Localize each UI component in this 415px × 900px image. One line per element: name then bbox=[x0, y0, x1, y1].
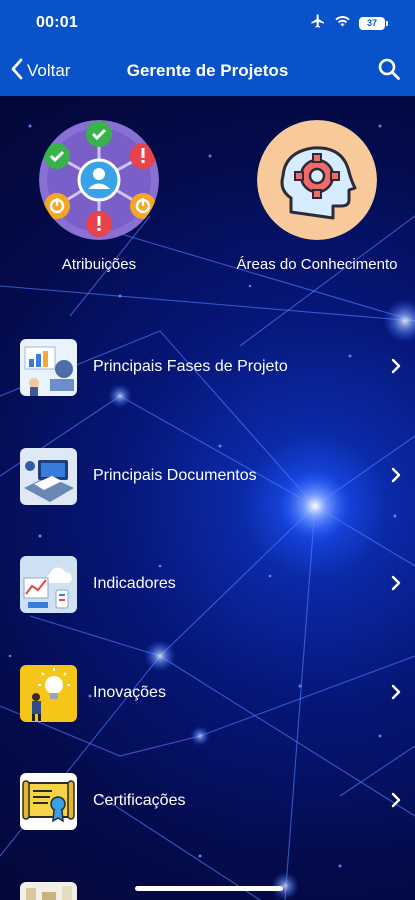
top-tiles: Atribuições Áreas do Conhecimento bbox=[0, 96, 415, 296]
list-item-indicadores[interactable]: Indicadores bbox=[0, 549, 415, 619]
chevron-right-icon bbox=[391, 684, 401, 705]
chevron-right-icon bbox=[391, 575, 401, 596]
battery-icon: 37 bbox=[359, 16, 388, 30]
list-item-label: Certificações bbox=[93, 792, 186, 809]
list-item-documentos[interactable]: Principais Documentos bbox=[0, 441, 415, 511]
search-button[interactable] bbox=[377, 57, 401, 86]
chevron-right-icon bbox=[391, 792, 401, 813]
innovations-thumbnail bbox=[20, 665, 77, 722]
status-time: 00:01 bbox=[36, 14, 78, 31]
chevron-right-icon bbox=[391, 358, 401, 379]
list-item-label: Indicadores bbox=[93, 575, 176, 592]
chevron-right-icon bbox=[391, 467, 401, 488]
certificate-thumbnail bbox=[20, 773, 77, 830]
tile-areas-conhecimento[interactable]: Áreas do Conhecimento bbox=[227, 120, 407, 273]
wifi-icon bbox=[334, 14, 351, 32]
tile-label-areas-conhecimento: Áreas do Conhecimento bbox=[236, 256, 398, 273]
project-phases-thumbnail bbox=[20, 339, 77, 396]
list-item-fases[interactable]: Principais Fases de Projeto bbox=[0, 332, 415, 402]
home-indicator[interactable] bbox=[135, 886, 283, 891]
people-network-icon bbox=[39, 120, 159, 240]
head-gear-icon bbox=[257, 120, 377, 240]
partial-thumbnail bbox=[20, 882, 77, 900]
list-item-label: Principais Fases de Projeto bbox=[93, 358, 288, 375]
back-button[interactable]: Voltar bbox=[10, 58, 70, 85]
status-bar: 00:01 37 bbox=[0, 0, 415, 46]
tile-label-atribuicoes: Atribuições bbox=[61, 256, 137, 273]
navigation-bar: Voltar Gerente de Projetos bbox=[0, 46, 415, 96]
list-item-certificacoes[interactable]: Certificações bbox=[0, 766, 415, 836]
search-icon bbox=[377, 58, 401, 85]
chevron-left-icon bbox=[10, 58, 23, 85]
list-item-inovacoes[interactable]: Inovações bbox=[0, 658, 415, 728]
indicators-thumbnail bbox=[20, 556, 77, 613]
status-icons: 37 bbox=[310, 13, 388, 34]
airplane-icon bbox=[310, 13, 326, 34]
list-item-label: Principais Documentos bbox=[93, 467, 257, 484]
documents-thumbnail bbox=[20, 448, 77, 505]
main-content: Atribuições Áreas do Conhecimento Princi… bbox=[0, 96, 415, 900]
list-item-label: Inovações bbox=[93, 684, 166, 701]
tile-atribuicoes[interactable]: Atribuições bbox=[39, 120, 159, 273]
back-label: Voltar bbox=[27, 61, 71, 80]
